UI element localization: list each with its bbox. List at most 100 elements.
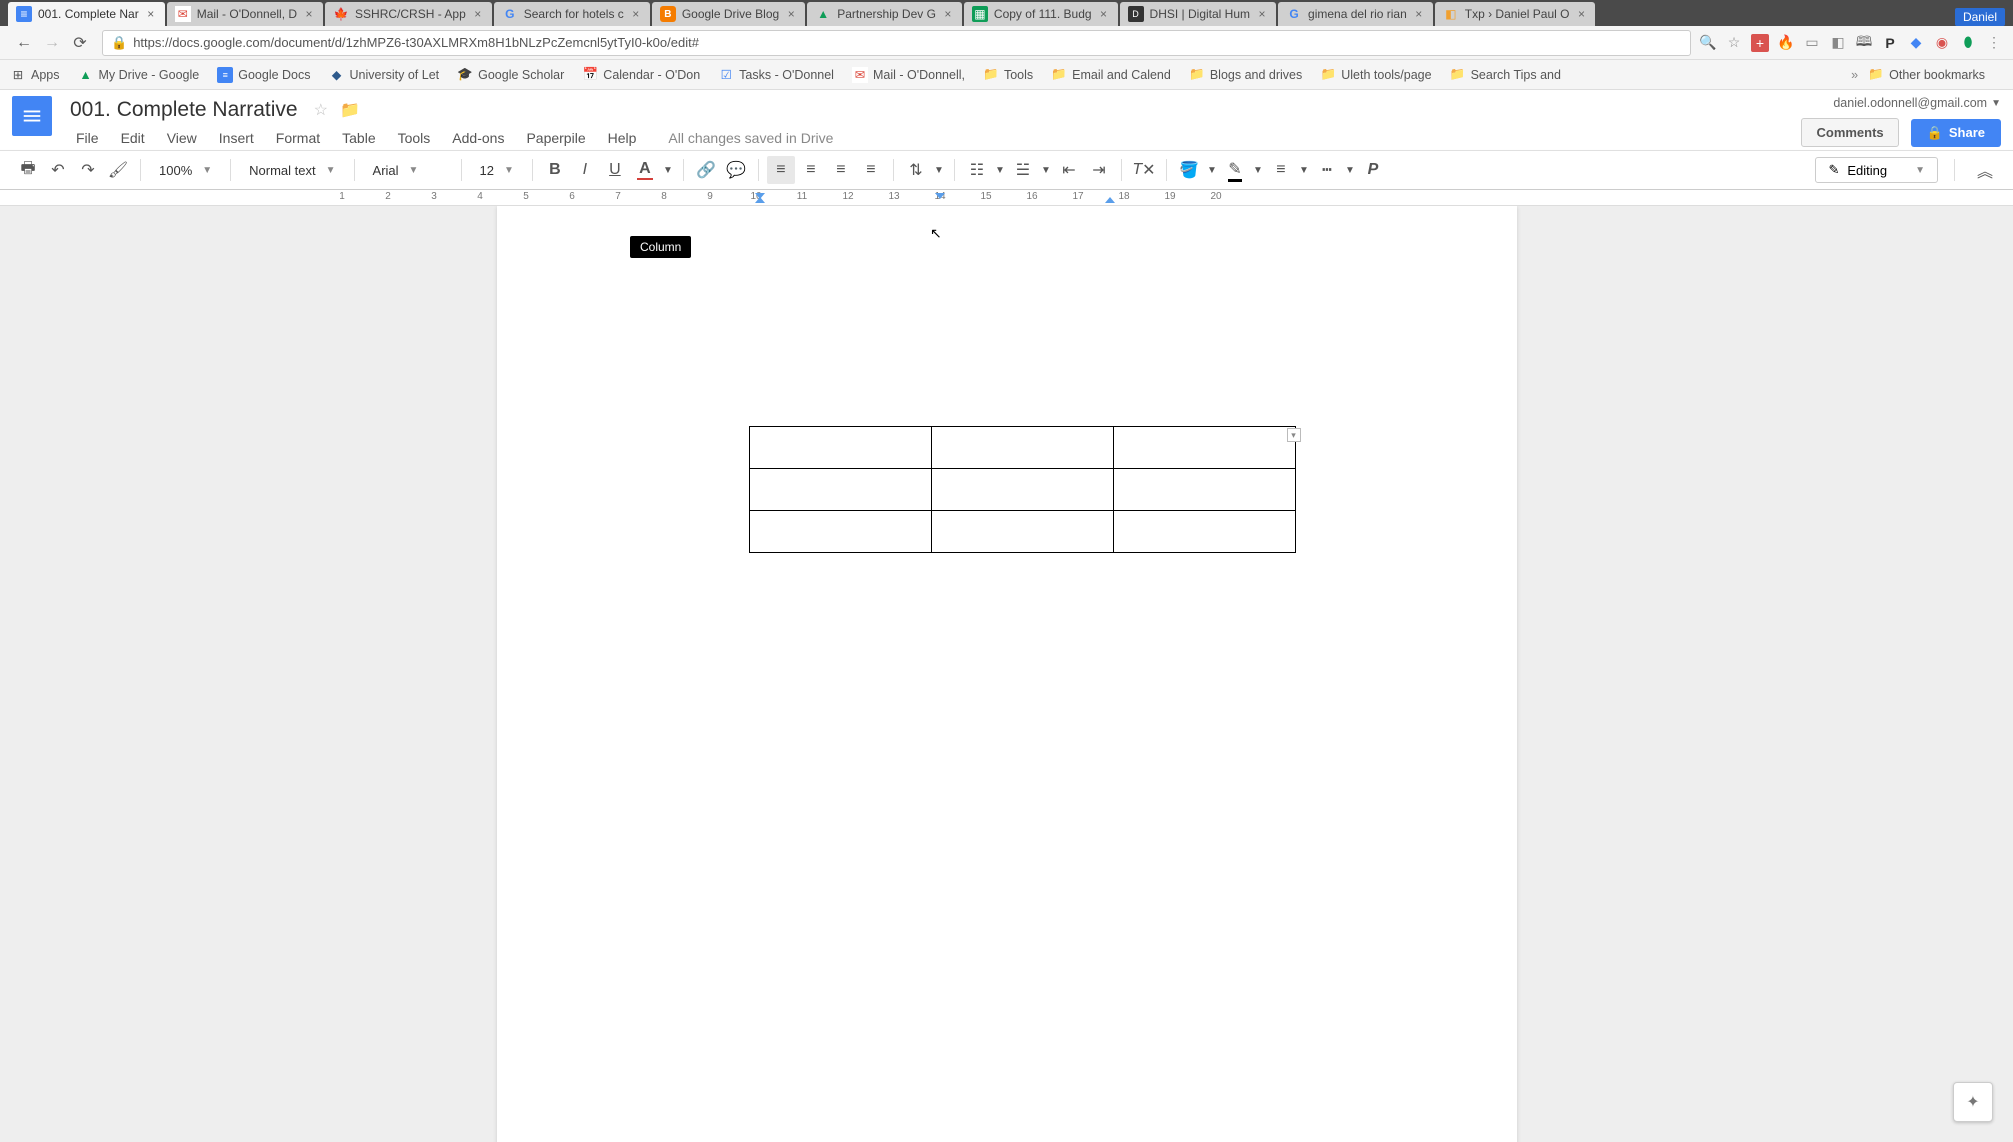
decrease-indent-button[interactable]: ⇤ [1055,156,1083,184]
close-icon[interactable]: × [630,7,642,21]
zoom-select[interactable]: 100%▼ [149,156,222,184]
profile-badge[interactable]: Daniel [1955,8,2005,26]
close-icon[interactable]: × [942,7,954,21]
move-folder-icon[interactable]: 📁 [340,100,360,120]
bookmark-item[interactable]: ✉Mail - O'Donnell, [852,67,965,83]
star-icon[interactable]: ☆ [1725,34,1743,52]
close-icon[interactable]: × [1575,7,1587,21]
extension-icon[interactable]: + [1751,34,1769,52]
forward-button[interactable]: → [38,29,66,57]
text-color-button[interactable]: A [631,156,659,184]
indent-marker[interactable] [1105,197,1115,203]
zoom-icon[interactable]: 🔍 [1699,34,1717,52]
back-button[interactable]: ← [10,29,38,57]
font-size-select[interactable]: 12▼ [470,156,524,184]
browser-tab[interactable]: ◧ Txp › Daniel Paul O × [1435,2,1596,26]
table-cell[interactable] [1113,511,1295,553]
docs-home-button[interactable] [12,96,52,136]
table-row[interactable] [749,469,1295,511]
table-cell[interactable] [749,511,931,553]
bookmark-item[interactable]: 🎓Google Scholar [457,67,564,83]
table-cell[interactable] [1113,427,1295,469]
browser-tab[interactable]: G Search for hotels c × [494,2,650,26]
document-page[interactable]: ▾ [497,206,1517,1142]
menu-insert[interactable]: Insert [209,126,264,150]
align-justify-button[interactable]: ≡ [857,156,885,184]
chevron-down-icon[interactable]: ▼ [993,156,1007,184]
table-cell[interactable] [749,427,931,469]
chevron-down-icon[interactable]: ▼ [1039,156,1053,184]
browser-tab[interactable]: ▲ Partnership Dev G × [807,2,962,26]
menu-table[interactable]: Table [332,126,385,150]
browser-tab[interactable]: ▦ Copy of 111. Budg × [964,2,1118,26]
extension-icon[interactable]: ◆ [1907,34,1925,52]
menu-edit[interactable]: Edit [111,126,155,150]
extension-icon[interactable]: 🔥 [1777,34,1795,52]
clear-formatting-button[interactable]: T✕ [1130,156,1158,184]
bookmark-folder[interactable]: 📁Tools [983,67,1033,83]
align-left-button[interactable]: ≡ [767,156,795,184]
url-input[interactable]: 🔒 https://docs.google.com/document/d/1zh… [102,30,1691,56]
share-button[interactable]: 🔒 Share [1911,119,2001,147]
reload-button[interactable]: ⟳ [66,29,94,57]
chevron-down-icon[interactable]: ▼ [661,156,675,184]
browser-tab[interactable]: ✉ Mail - O'Donnell, D × [167,2,323,26]
extension-icon[interactable]: 🕮 [1855,34,1873,52]
italic-button[interactable]: I [571,156,599,184]
menu-tools[interactable]: Tools [388,126,441,150]
chevron-down-icon[interactable]: ▼ [1251,156,1265,184]
bookmark-folder[interactable]: 📁Blogs and drives [1189,67,1302,83]
editing-mode-select[interactable]: ✎ Editing ▼ [1815,157,1938,183]
close-icon[interactable]: × [145,7,157,21]
paint-format-button[interactable]: 🖌 [104,156,132,184]
bookmark-item[interactable]: 📅Calendar - O'Don [582,67,700,83]
extension-icon[interactable]: ⬮ [1959,34,1977,52]
table-cell[interactable] [931,469,1113,511]
comments-button[interactable]: Comments [1801,118,1898,147]
close-icon[interactable]: × [303,7,315,21]
browser-tab[interactable]: ≡ 001. Complete Nar × [8,2,165,26]
table-cell[interactable] [1113,469,1295,511]
chevron-down-icon[interactable]: ▼ [1297,156,1311,184]
insert-link-button[interactable]: 🔗 [692,156,720,184]
bold-button[interactable]: B [541,156,569,184]
menu-view[interactable]: View [157,126,207,150]
extension-icon[interactable]: ▭ [1803,34,1821,52]
close-icon[interactable]: × [1256,7,1268,21]
underline-button[interactable]: U [601,156,629,184]
user-email[interactable]: daniel.odonnell@gmail.com▼ [1833,96,2001,110]
bookmark-apps[interactable]: ⊞Apps [10,67,60,83]
document-canvas[interactable]: ▾ Column ✦ [0,206,2013,1142]
collapse-toolbar-button[interactable]: ︽ [1971,156,1999,184]
paragraph-style-select[interactable]: Normal text▼ [239,156,345,184]
menu-addons[interactable]: Add-ons [442,126,514,150]
extension-icon[interactable]: ◧ [1829,34,1847,52]
bookmark-item[interactable]: ≡Google Docs [217,67,310,83]
increase-indent-button[interactable]: ⇥ [1085,156,1113,184]
bookmark-item[interactable]: ▲My Drive - Google [78,67,200,83]
close-icon[interactable]: × [472,7,484,21]
other-bookmarks[interactable]: 📁Other bookmarks [1868,67,1985,83]
align-right-button[interactable]: ≡ [827,156,855,184]
close-icon[interactable]: × [1413,7,1425,21]
indent-marker[interactable] [755,197,765,203]
fill-color-button[interactable]: 🪣 [1175,156,1203,184]
table-cell[interactable] [931,427,1113,469]
table-row[interactable] [749,511,1295,553]
star-icon[interactable]: ☆ [314,100,328,120]
chevron-down-icon[interactable]: ▼ [1205,156,1219,184]
bookmarks-overflow[interactable]: » [1851,68,1858,82]
close-icon[interactable]: × [1098,7,1110,21]
browser-tab[interactable]: 🍁 SSHRC/CRSH - App × [325,2,492,26]
bulleted-list-button[interactable]: ☱ [1009,156,1037,184]
menu-paperpile[interactable]: Paperpile [516,126,595,150]
extension-icon[interactable]: ◉ [1933,34,1951,52]
document-title[interactable]: 001. Complete Narrative [66,96,302,124]
table-cell[interactable] [931,511,1113,553]
chrome-menu-icon[interactable]: ⋮ [1985,34,2003,52]
align-center-button[interactable]: ≡ [797,156,825,184]
table-row[interactable] [749,427,1295,469]
bookmark-folder[interactable]: 📁Email and Calend [1051,67,1171,83]
bookmark-item[interactable]: ☑Tasks - O'Donnel [718,67,834,83]
menu-format[interactable]: Format [266,126,330,150]
